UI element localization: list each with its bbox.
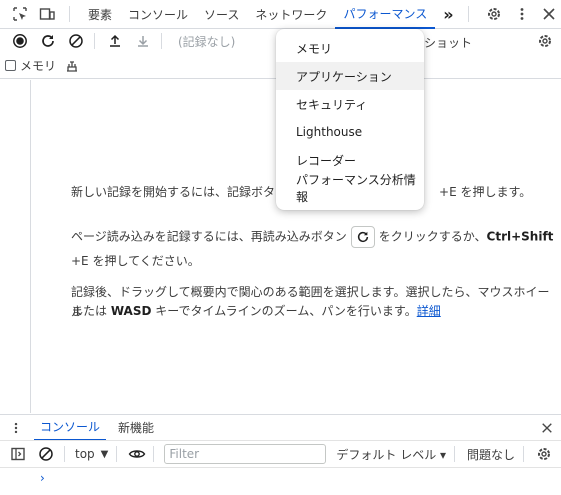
reload-instruction-cont: +E を押してください。 bbox=[71, 254, 200, 268]
memory-checkbox-label: メモリ bbox=[20, 59, 57, 73]
menu-item-recorder[interactable]: レコーダー bbox=[276, 146, 424, 174]
drawer-menu-icon[interactable] bbox=[4, 416, 28, 440]
divider bbox=[116, 446, 118, 462]
divider bbox=[69, 6, 70, 22]
log-levels-select[interactable]: デフォルト レベル ▾ bbox=[336, 446, 446, 463]
drawer-close-icon[interactable] bbox=[535, 416, 559, 440]
inspect-element-icon[interactable] bbox=[8, 2, 32, 26]
divider bbox=[153, 446, 155, 462]
reload-record-icon[interactable] bbox=[36, 29, 60, 53]
context-select[interactable]: top ▼ bbox=[75, 447, 108, 461]
tab-network[interactable]: ネットワーク bbox=[247, 0, 335, 29]
context-label: top bbox=[75, 447, 95, 461]
learn-more-link[interactable]: 詳細 bbox=[417, 304, 441, 318]
tab-console[interactable]: コンソール bbox=[120, 0, 196, 29]
divider bbox=[161, 33, 162, 49]
recordings-select[interactable]: (記録なし) bbox=[178, 33, 235, 50]
console-settings-gear-icon[interactable] bbox=[532, 442, 556, 466]
reload-shortcut: Ctrl+Shift bbox=[486, 229, 554, 244]
record-shortcut-text: +E を押します。 bbox=[439, 185, 532, 199]
screenshots-label: ショット bbox=[424, 36, 473, 50]
settings-gear-icon[interactable] bbox=[483, 2, 507, 26]
more-tabs-button[interactable]: » bbox=[435, 0, 461, 29]
divider bbox=[94, 33, 95, 49]
download-icon[interactable] bbox=[131, 29, 155, 53]
drawer-tab-bar: コンソール 新機能 bbox=[0, 414, 561, 441]
wasd-key: WASD bbox=[110, 304, 152, 318]
chevron-down-icon: ▼ bbox=[100, 448, 109, 460]
menu-item-application[interactable]: アプリケーション bbox=[276, 62, 424, 90]
devtools-tab-bar: 要素 コンソール ソース ネットワーク パフォーマンス » bbox=[0, 0, 561, 29]
divider bbox=[467, 6, 469, 22]
nav-prefix: または bbox=[71, 304, 111, 318]
drawer-tab-whats-new[interactable]: 新機能 bbox=[112, 415, 160, 441]
reload-instruction: ページ読み込みを記録するには、再読み込みボタン をクリックするか、Ctrl+Shi… bbox=[71, 226, 553, 248]
reload-button[interactable] bbox=[350, 226, 375, 248]
record-instruction-text: 新しい記録を開始するには、記録ボタン bbox=[71, 185, 288, 199]
device-toolbar-icon[interactable] bbox=[36, 2, 60, 26]
record-icon[interactable] bbox=[8, 29, 32, 53]
reload-instruction-middle: をクリックするか、 bbox=[378, 229, 487, 244]
tab-performance[interactable]: パフォーマンス bbox=[335, 0, 436, 29]
divider bbox=[454, 446, 456, 462]
divider bbox=[523, 446, 525, 462]
console-toolbar: top ▼ Filter デフォルト レベル ▾ 問題なし bbox=[0, 440, 561, 468]
navigation-instruction-cont: または WASD キーでタイムラインのズーム、パンを行います。詳細 bbox=[71, 301, 441, 321]
clear-console-icon[interactable] bbox=[34, 442, 58, 466]
tab-elements[interactable]: 要素 bbox=[80, 0, 120, 29]
garbage-collect-icon[interactable] bbox=[60, 54, 84, 78]
close-icon[interactable] bbox=[538, 2, 561, 26]
clear-icon[interactable] bbox=[64, 29, 88, 53]
drawer-tab-console[interactable]: コンソール bbox=[34, 415, 107, 441]
menu-item-performance-insights[interactable]: パフォーマンス分析情報 bbox=[276, 173, 424, 204]
menu-item-security[interactable]: セキュリティ bbox=[276, 90, 424, 118]
memory-checkbox[interactable] bbox=[5, 60, 16, 71]
capture-settings-gear-icon[interactable] bbox=[533, 29, 557, 53]
reload-instruction-text: ページ読み込みを記録するには、再読み込みボタン bbox=[71, 229, 347, 244]
nav-middle: キーでタイムラインのズーム、パンを行います。 bbox=[151, 304, 417, 318]
more-options-icon[interactable] bbox=[510, 2, 534, 26]
menu-item-memory[interactable]: メモリ bbox=[276, 34, 424, 62]
upload-icon[interactable] bbox=[103, 29, 127, 53]
tab-sources[interactable]: ソース bbox=[196, 0, 247, 29]
live-expression-eye-icon[interactable] bbox=[125, 442, 149, 466]
sidebar-toggle-icon[interactable] bbox=[6, 442, 30, 466]
console-prompt[interactable]: › bbox=[40, 471, 45, 485]
divider bbox=[64, 446, 65, 462]
menu-item-lighthouse[interactable]: Lighthouse bbox=[276, 118, 424, 146]
console-filter-input[interactable]: Filter bbox=[164, 444, 327, 464]
issues-counter[interactable]: 問題なし bbox=[467, 446, 515, 463]
more-tabs-menu: メモリ アプリケーション セキュリティ Lighthouse レコーダー パフォ… bbox=[276, 29, 424, 210]
